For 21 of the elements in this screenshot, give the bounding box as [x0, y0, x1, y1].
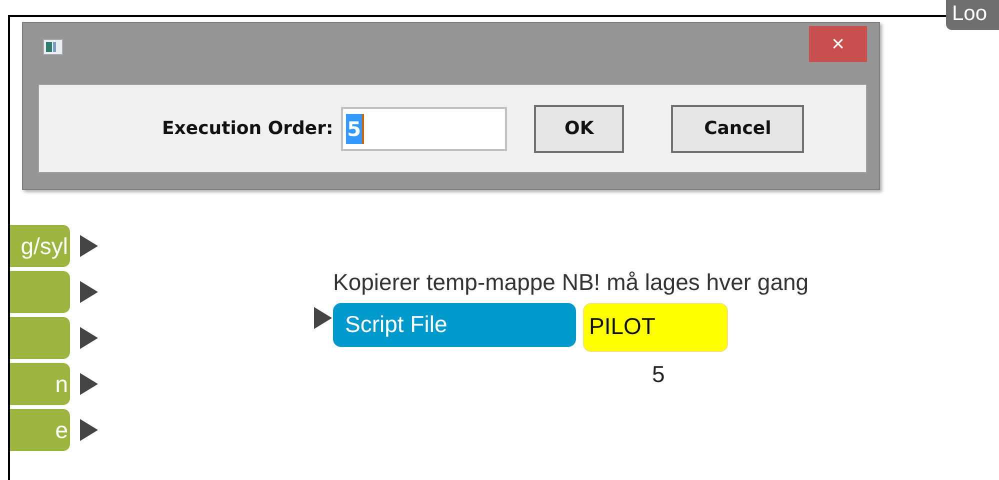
step-node[interactable]: g/syl — [10, 225, 70, 267]
step-node[interactable]: e — [10, 409, 70, 451]
port-arrow-icon — [80, 327, 98, 349]
panel-tab[interactable]: Loo — [946, 0, 999, 30]
window-icon — [43, 39, 63, 55]
port-arrow-icon — [80, 235, 98, 257]
tag-label: PILOT — [583, 303, 728, 352]
step-node[interactable] — [10, 271, 70, 313]
cancel-button[interactable]: Cancel — [671, 104, 804, 152]
step-node[interactable] — [10, 317, 70, 359]
port-arrow-icon — [80, 419, 98, 441]
script-node[interactable]: Script File — [333, 303, 576, 347]
port-arrow-icon — [80, 373, 98, 395]
step-node[interactable]: n — [10, 363, 70, 405]
input-field[interactable]: 5 — [341, 106, 508, 150]
port-arrow-icon — [80, 281, 98, 303]
field-label: Execution Order: — [162, 117, 334, 141]
node-comment: Kopierer temp-mappe NB! må lages hver gang — [333, 268, 809, 297]
close-button[interactable]: × — [809, 26, 867, 62]
ok-button[interactable]: OK — [534, 104, 624, 152]
order-number: 5 — [652, 360, 665, 389]
